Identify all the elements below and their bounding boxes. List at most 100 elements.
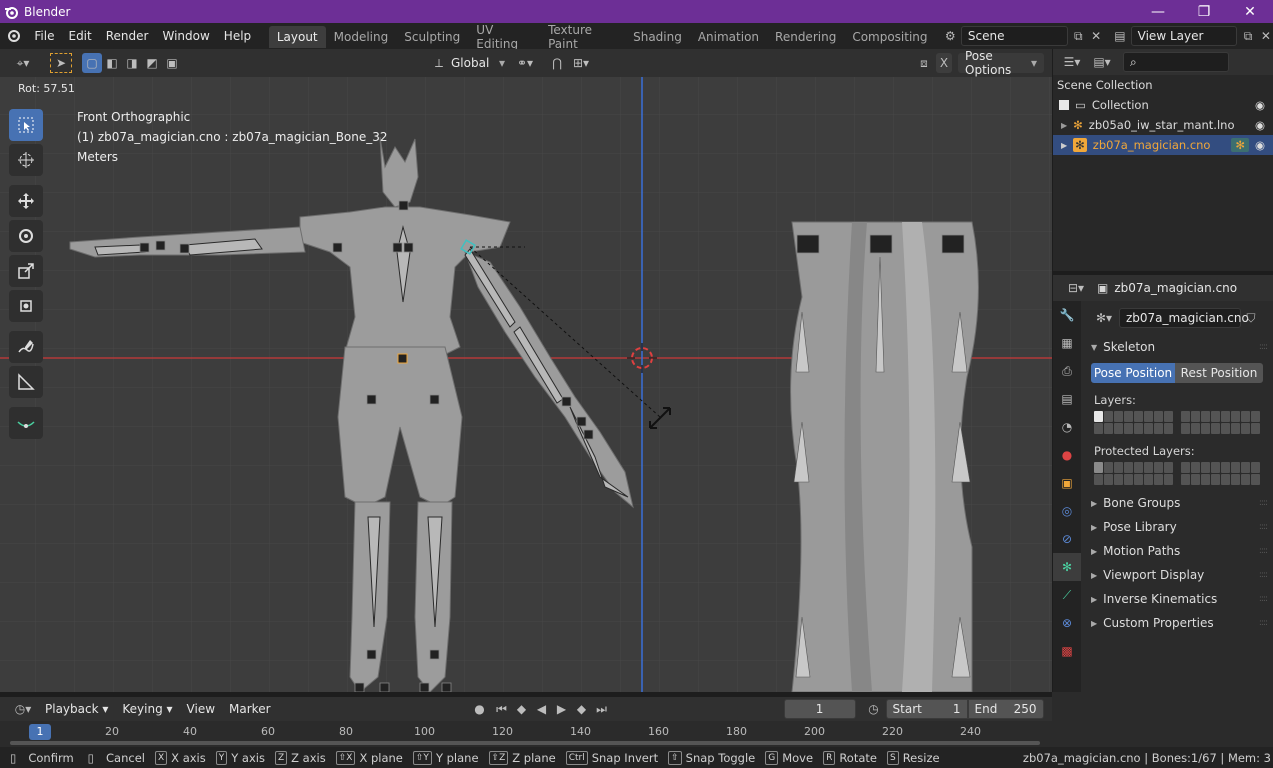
object-tab-icon[interactable]: ▣ — [1053, 469, 1081, 497]
pose-library-panel[interactable]: ▶ Pose Library:::: — [1081, 515, 1273, 539]
view-layer-field[interactable]: View Layer — [1130, 26, 1238, 46]
play-reverse-icon[interactable]: ◀ — [532, 699, 552, 719]
outliner-editor-icon[interactable]: ☰▾ — [1057, 52, 1087, 72]
play-icon[interactable]: ▶ — [552, 699, 572, 719]
tab-compositing[interactable]: Compositing — [844, 26, 935, 48]
editor-type-icon[interactable]: ⌖▾ — [8, 53, 38, 73]
select-tool-icon[interactable]: ➤ — [50, 53, 72, 73]
menu-render[interactable]: Render — [99, 29, 156, 43]
custom-properties-panel[interactable]: ▶ Custom Properties:::: — [1081, 611, 1273, 635]
menu-playback[interactable]: Playback ▾ — [38, 702, 115, 716]
jump-end-icon[interactable]: ⏭ — [592, 699, 612, 719]
menu-file[interactable]: File — [27, 29, 61, 43]
pose-options-dropdown[interactable]: Pose Options ▾ — [958, 49, 1044, 77]
menu-edit[interactable]: Edit — [61, 29, 98, 43]
bone-groups-panel[interactable]: ▶ Bone Groups:::: — [1081, 491, 1273, 515]
magician-mesh[interactable] — [0, 77, 700, 692]
protected-layers-grid[interactable] — [1081, 462, 1273, 491]
scene-name-field[interactable]: Scene — [960, 26, 1068, 46]
tool-rotate[interactable] — [9, 220, 43, 252]
outliner-item[interactable]: ▶ ✻ zb05a0_iw_star_mant.lno ◉ — [1053, 115, 1273, 135]
fake-user-shield-icon[interactable]: ⛉ — [1241, 308, 1261, 328]
delete-view-layer-icon[interactable]: ✕ — [1259, 26, 1273, 46]
end-frame-field[interactable]: End 250 — [967, 699, 1044, 719]
prev-keyframe-icon[interactable]: ◆ — [512, 699, 532, 719]
view-layer-icon[interactable]: ▤ — [1109, 26, 1130, 46]
constraint-tab-icon[interactable]: ⊘ — [1053, 525, 1081, 553]
menu-view[interactable]: View — [180, 702, 222, 716]
texture-tab-icon[interactable]: ▩ — [1053, 637, 1081, 665]
armature-name-field[interactable]: zb07a_magician.cno — [1119, 308, 1249, 328]
outliner-item-selected[interactable]: ▶ ✻ zb07a_magician.cno ✻ ◉ — [1053, 135, 1273, 155]
view-layer-tab-icon[interactable]: ▤ — [1053, 385, 1081, 413]
modifier-tab-icon[interactable]: ◎ — [1053, 497, 1081, 525]
tab-shading[interactable]: Shading — [625, 26, 690, 48]
tool-cursor[interactable] — [9, 144, 43, 176]
expand-icon[interactable]: ▶ — [1061, 121, 1067, 130]
render-tab-icon[interactable]: ▦ — [1053, 329, 1081, 357]
visibility-eye-icon[interactable]: ◉ — [1255, 138, 1265, 152]
current-frame-field[interactable]: 1 — [783, 699, 856, 719]
collection-checkbox[interactable] — [1059, 100, 1069, 110]
bone-tab-icon[interactable]: ⟋ — [1053, 581, 1081, 609]
tab-sculpting[interactable]: Sculpting — [396, 26, 468, 48]
menu-keying[interactable]: Keying ▾ — [115, 702, 179, 716]
start-frame-field[interactable]: Start 1 — [885, 699, 968, 719]
orientation-icon[interactable]: ⟂ — [427, 53, 451, 73]
x-mirror-toggle[interactable]: X — [936, 53, 952, 73]
menu-help[interactable]: Help — [217, 29, 258, 43]
select-intersect-icon[interactable]: ▣ — [162, 53, 182, 73]
close-window-button[interactable]: ✕ — [1227, 4, 1273, 20]
select-extend-icon[interactable]: ◧ — [102, 53, 122, 73]
delete-scene-icon[interactable]: ✕ — [1089, 26, 1103, 46]
tool-annotate[interactable] — [9, 331, 43, 363]
select-new-icon[interactable]: ▢ — [82, 53, 102, 73]
clock-icon[interactable]: ◷ — [862, 699, 886, 719]
tool-pose-curve[interactable] — [9, 407, 43, 439]
new-view-layer-icon[interactable]: ⧉ — [1237, 26, 1258, 46]
jump-start-icon[interactable]: ⏮ — [492, 699, 512, 719]
tool-move[interactable] — [9, 185, 43, 217]
rest-position-button[interactable]: Rest Position — [1175, 363, 1263, 383]
collection-row[interactable]: ▭ Collection ◉ — [1053, 95, 1273, 115]
scene-selector-icon[interactable]: ⚙ — [940, 26, 961, 46]
tool-tab-icon[interactable]: 🔧 — [1053, 301, 1081, 329]
3d-viewport[interactable]: Rot: 57.51 Front Orthographic (1) zb07a_… — [0, 77, 1052, 692]
timeline-editor-icon[interactable]: ◷▾ — [8, 699, 38, 719]
display-mode-icon[interactable]: ▤▾ — [1087, 52, 1117, 72]
record-icon[interactable]: ● — [468, 699, 492, 719]
armature-data-tab-icon[interactable]: ✻ — [1053, 553, 1081, 581]
minimize-button[interactable]: — — [1135, 4, 1181, 20]
restore-button[interactable]: ❐ — [1181, 4, 1227, 20]
bone-constraint-tab-icon[interactable]: ⊗ — [1053, 609, 1081, 637]
scene-collection-row[interactable]: Scene Collection — [1053, 75, 1273, 95]
snap-target-icon[interactable]: ⊞▾ — [569, 53, 593, 73]
world-tab-icon[interactable]: ● — [1053, 441, 1081, 469]
inverse-kinematics-panel[interactable]: ▶ Inverse Kinematics:::: — [1081, 587, 1273, 611]
timeline-scrollbar[interactable] — [10, 741, 1040, 745]
visibility-eye-icon[interactable]: ◉ — [1255, 118, 1265, 132]
visibility-eye-icon[interactable]: ◉ — [1255, 98, 1265, 112]
viewport-display-panel[interactable]: ▶ Viewport Display:::: — [1081, 563, 1273, 587]
orientation-dropdown[interactable]: Global — [451, 56, 499, 70]
timeline-ruler[interactable]: 1 20 40 60 80 100 120 140 160 180 200 22… — [0, 721, 1052, 747]
properties-editor-icon[interactable]: ⊟▾ — [1061, 278, 1091, 298]
cape-mesh[interactable] — [782, 217, 992, 692]
output-tab-icon[interactable]: ⎙ — [1053, 357, 1081, 385]
tab-modeling[interactable]: Modeling — [326, 26, 397, 48]
scene-tab-icon[interactable]: ◔ — [1053, 413, 1081, 441]
pose-position-button[interactable]: Pose Position — [1091, 363, 1175, 383]
tab-layout[interactable]: Layout — [268, 26, 326, 48]
pivot-icon[interactable]: ⚭▾ — [513, 53, 537, 73]
select-subtract-icon[interactable]: ◨ — [122, 53, 142, 73]
tab-animation[interactable]: Animation — [690, 26, 767, 48]
tool-select-box[interactable] — [9, 109, 43, 141]
tool-scale[interactable] — [9, 255, 43, 287]
next-keyframe-icon[interactable]: ◆ — [572, 699, 592, 719]
expand-icon[interactable]: ▶ — [1061, 141, 1067, 150]
blender-menu-icon[interactable] — [6, 28, 27, 45]
new-scene-icon[interactable]: ⧉ — [1068, 26, 1089, 46]
select-invert-icon[interactable]: ◩ — [142, 53, 162, 73]
menu-window[interactable]: Window — [155, 29, 216, 43]
skeleton-panel-header[interactable]: ▼ Skeleton:::: — [1081, 335, 1273, 359]
